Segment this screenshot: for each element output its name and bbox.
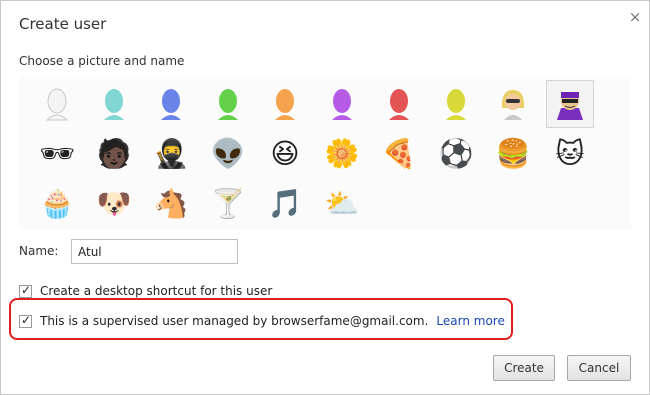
close-icon[interactable]: ×	[627, 9, 643, 25]
music-note-icon: 🎵	[267, 187, 303, 220]
avatar-blonde-woman[interactable]	[489, 80, 537, 128]
avatar-cyan-head[interactable]	[90, 80, 138, 128]
cocktail-icon: 🍸	[210, 187, 246, 220]
name-label: Name:	[19, 244, 59, 258]
desktop-shortcut-row: Create a desktop shortcut for this user	[19, 283, 273, 298]
avatar-green-head[interactable]	[204, 80, 252, 128]
desktop-shortcut-label: Create a desktop shortcut for this user	[40, 284, 273, 298]
avatar-cat[interactable]: 🐱	[546, 130, 594, 178]
ninja-icon: 🥷	[153, 137, 189, 170]
avatar-blue-head[interactable]	[147, 80, 195, 128]
avatar-panel: 🕶 🧑🏿 🥷 👽 😆 🌼 🍕 ⚽ 🍔 🐱 🧁 🐶 🐴 🍸 🎵 ⛅	[19, 76, 631, 230]
avatar-orange-head[interactable]	[261, 80, 309, 128]
avatar-burger[interactable]: 🍔	[489, 130, 537, 178]
horse-icon: 🐴	[153, 187, 189, 220]
dialog-title: Create user	[19, 15, 107, 33]
cancel-button[interactable]: Cancel	[567, 355, 631, 381]
supervised-user-checkbox[interactable]	[19, 313, 32, 328]
villain-icon	[557, 92, 583, 120]
learn-more-link[interactable]: Learn more	[436, 314, 504, 328]
head-icon	[104, 89, 124, 120]
dog-icon: 🐶	[96, 187, 132, 220]
avatar-dog[interactable]: 🐶	[90, 180, 138, 228]
avatar-grid: 🕶 🧑🏿 🥷 👽 😆 🌼 🍕 ⚽ 🍔 🐱 🧁 🐶 🐴 🍸 🎵 ⛅	[33, 80, 594, 228]
supervised-user-row: This is a supervised user managed by bro…	[19, 313, 505, 328]
sun-cloud-icon: ⛅	[324, 187, 360, 220]
avatar-sunglasses-woman[interactable]: 🕶	[33, 130, 81, 178]
pizza-icon: 🍕	[381, 137, 417, 170]
section-title: Choose a picture and name	[19, 54, 185, 68]
cupcake-icon: 🧁	[39, 187, 75, 220]
avatar-alien[interactable]: 👽	[204, 130, 252, 178]
avatar-horse[interactable]: 🐴	[147, 180, 195, 228]
avatar-yellow-head[interactable]	[432, 80, 480, 128]
head-icon	[218, 89, 238, 120]
avatar-smiley[interactable]: 😆	[261, 130, 309, 178]
supervised-user-label: This is a supervised user managed by bro…	[40, 314, 429, 328]
soccer-ball-icon: ⚽	[438, 137, 474, 170]
create-user-dialog: Create user × Choose a picture and name …	[0, 0, 650, 395]
flower-icon: 🌼	[324, 137, 360, 170]
head-icon	[389, 89, 409, 120]
avatar-music-note[interactable]: 🎵	[261, 180, 309, 228]
avatar-white-head[interactable]	[33, 80, 81, 128]
avatar-red-head[interactable]	[375, 80, 423, 128]
avatar-villain-selected[interactable]	[546, 80, 594, 128]
name-input[interactable]	[71, 239, 238, 264]
avatar-sun-cloud[interactable]: ⛅	[318, 180, 366, 228]
avatar-cupcake[interactable]: 🧁	[33, 180, 81, 228]
sunglasses-woman-icon: 🕶	[39, 137, 75, 170]
head-icon	[332, 89, 352, 120]
create-button[interactable]: Create	[493, 355, 555, 381]
head-icon	[45, 88, 69, 121]
avatar-flower[interactable]: 🌼	[318, 130, 366, 178]
burger-icon: 🍔	[495, 137, 531, 170]
avatar-cocktail[interactable]: 🍸	[204, 180, 252, 228]
avatar-purple-head[interactable]	[318, 80, 366, 128]
head-icon	[446, 89, 466, 120]
avatar-pizza[interactable]: 🍕	[375, 130, 423, 178]
man-icon: 🧑🏿	[96, 137, 132, 170]
blonde-woman-icon	[501, 90, 525, 120]
avatar-soccer-ball[interactable]: ⚽	[432, 130, 480, 178]
head-icon	[275, 89, 295, 120]
alien-icon: 👽	[210, 137, 246, 170]
smiley-icon: 😆	[270, 137, 300, 170]
avatar-man[interactable]: 🧑🏿	[90, 130, 138, 178]
desktop-shortcut-checkbox[interactable]	[19, 283, 32, 298]
cat-icon: 🐱	[555, 137, 585, 170]
head-icon	[161, 89, 181, 120]
avatar-ninja[interactable]: 🥷	[147, 130, 195, 178]
